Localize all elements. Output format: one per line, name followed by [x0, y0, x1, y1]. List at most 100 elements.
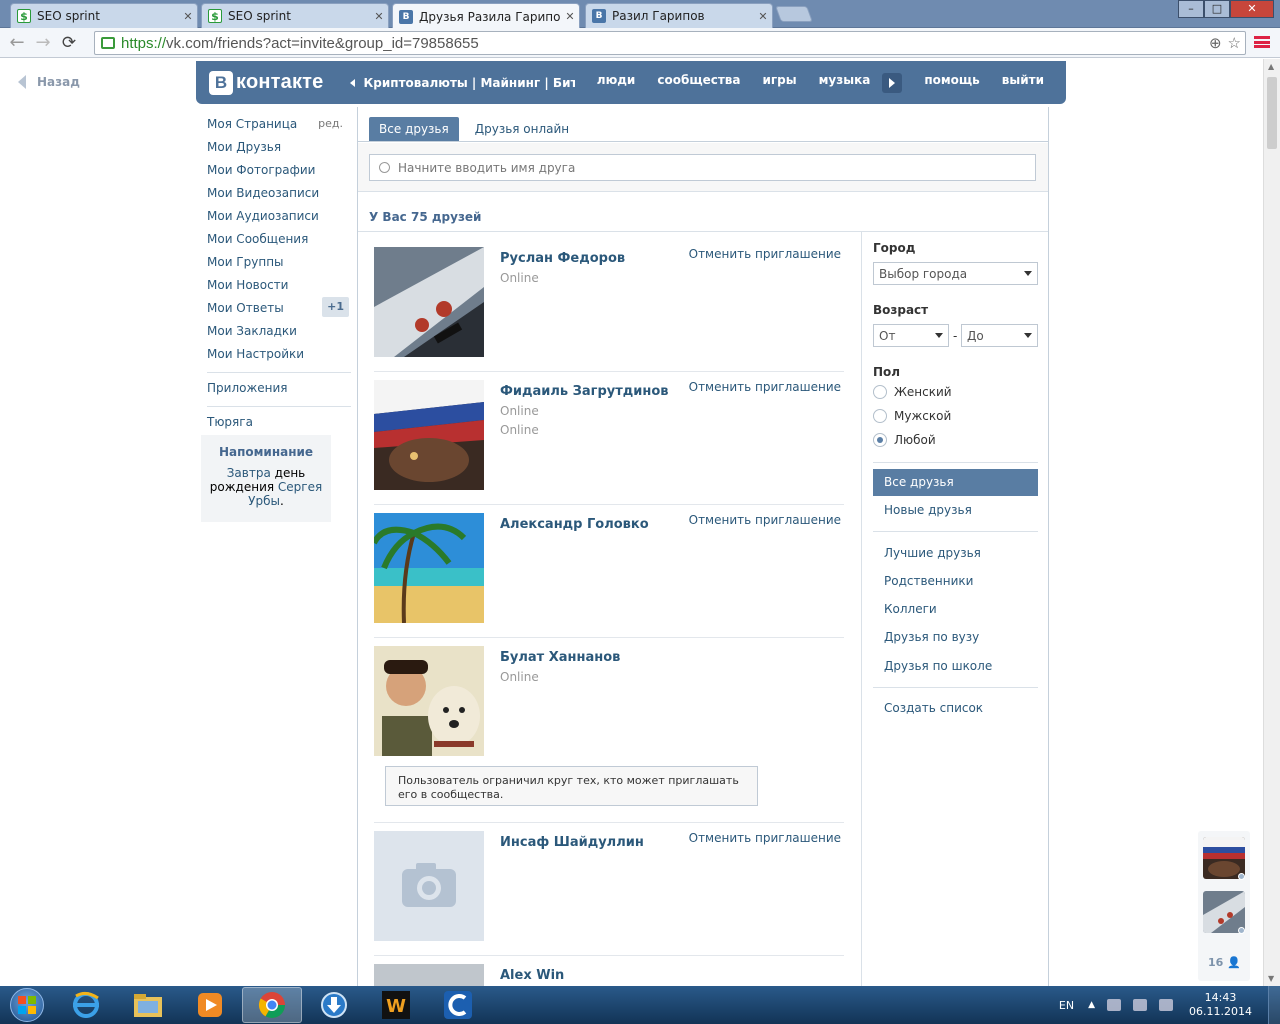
- gender-male-radio[interactable]: Мужской: [873, 409, 951, 423]
- edit-link[interactable]: ред.: [318, 115, 343, 133]
- list-school-friends[interactable]: Друзья по школе: [873, 653, 1038, 680]
- close-window-icon[interactable]: ✕: [1230, 0, 1274, 18]
- close-icon[interactable]: ✕: [370, 10, 388, 23]
- download-taskbar-icon[interactable]: [304, 987, 364, 1023]
- cancel-invite-link[interactable]: Отменить приглашение: [689, 247, 841, 261]
- menu-my-page[interactable]: Моя Страница ред.: [207, 115, 357, 138]
- list-university-friends[interactable]: Друзья по вузу: [873, 624, 1038, 651]
- scroll-thumb[interactable]: [1267, 77, 1277, 149]
- zoom-icon[interactable]: ⊕: [1209, 34, 1222, 52]
- reminder-tomorrow-link[interactable]: Завтра: [227, 466, 271, 480]
- start-button[interactable]: [0, 986, 54, 1024]
- close-icon[interactable]: ✕: [754, 10, 772, 23]
- back-arrow-icon[interactable]: ←: [4, 30, 30, 56]
- menu-my-groups[interactable]: Мои Группы: [207, 253, 357, 276]
- menu-my-messages[interactable]: Мои Сообщения: [207, 230, 357, 253]
- age-from-select[interactable]: От: [873, 324, 949, 347]
- friend-name[interactable]: Инсаф Шайдуллин: [500, 835, 644, 850]
- tray-expand-icon[interactable]: ▲: [1088, 1000, 1095, 1010]
- bookmark-star-icon[interactable]: ☆: [1228, 34, 1241, 52]
- maximize-icon[interactable]: □: [1204, 0, 1230, 18]
- menu-my-settings[interactable]: Мои Настройки: [207, 345, 357, 368]
- browser-tab-friends[interactable]: B Друзья Разила Гарипова ✕: [392, 3, 580, 29]
- browser-tab-razil[interactable]: B Разил Гарипов ✕: [585, 3, 773, 28]
- volume-icon[interactable]: [1159, 999, 1174, 1011]
- reminder-name-link[interactable]: Сергея: [278, 480, 322, 494]
- forward-arrow-icon[interactable]: →: [30, 30, 56, 56]
- avatar[interactable]: [374, 831, 484, 941]
- list-new-friends[interactable]: Новые друзья: [873, 497, 1038, 524]
- browser-tab-seo-1[interactable]: $ SEO sprint ✕: [10, 3, 198, 28]
- nav-communities[interactable]: сообщества: [657, 73, 740, 93]
- media-player-taskbar-icon[interactable]: [180, 987, 240, 1023]
- vk-logo[interactable]: В контакте: [209, 70, 324, 95]
- avatar[interactable]: [374, 380, 484, 490]
- nav-people[interactable]: люди: [597, 73, 636, 93]
- friend-name[interactable]: Александр Головко: [500, 517, 649, 532]
- menu-my-bookmarks[interactable]: Мои Закладки: [207, 322, 357, 345]
- tab-all-friends[interactable]: Все друзья: [369, 117, 459, 141]
- cancel-invite-link[interactable]: Отменить приглашение: [689, 380, 841, 394]
- gender-female-radio[interactable]: Женский: [873, 385, 952, 399]
- network-warning-icon[interactable]: [1107, 999, 1122, 1011]
- nav-help[interactable]: помощь: [924, 73, 979, 93]
- menu-app-turyaga[interactable]: Тюряга: [207, 413, 357, 436]
- reminder-name-link[interactable]: Урбы: [248, 494, 280, 508]
- show-desktop-button[interactable]: [1268, 986, 1280, 1024]
- age-to-select[interactable]: До: [961, 324, 1038, 347]
- chrome-menu-icon[interactable]: [1254, 34, 1270, 50]
- friend-name[interactable]: Alex Win: [500, 968, 564, 983]
- menu-my-answers[interactable]: Мои Ответы +1: [207, 297, 357, 322]
- ie-taskbar-icon[interactable]: [56, 987, 116, 1023]
- cancel-invite-link[interactable]: Отменить приглашение: [689, 831, 841, 845]
- tab-friends-online[interactable]: Друзья онлайн: [465, 117, 579, 141]
- menu-my-friends[interactable]: Мои Друзья: [207, 138, 357, 161]
- avatar[interactable]: [374, 964, 484, 986]
- menu-my-news[interactable]: Мои Новости: [207, 276, 357, 299]
- avatar[interactable]: [374, 646, 484, 756]
- avatar[interactable]: [374, 247, 484, 357]
- nav-logout[interactable]: выйти: [1002, 73, 1044, 93]
- winamp-taskbar-icon[interactable]: W: [366, 987, 426, 1023]
- list-best-friends[interactable]: Лучшие друзья: [873, 540, 1038, 567]
- app-taskbar-icon[interactable]: [428, 987, 488, 1023]
- ticker-left-arrow-icon[interactable]: [349, 78, 355, 87]
- list-all-friends[interactable]: Все друзья: [873, 469, 1038, 496]
- clock[interactable]: 14:43 06.11.2014: [1189, 991, 1252, 1019]
- browser-tab-seo-2[interactable]: $ SEO sprint ✕: [201, 3, 389, 28]
- audio-play-icon[interactable]: [882, 72, 903, 93]
- minimize-icon[interactable]: –: [1178, 0, 1204, 18]
- gender-any-radio[interactable]: Любой: [873, 433, 936, 447]
- friend-name[interactable]: Фидаиль Загрутдинов: [500, 384, 669, 399]
- city-select[interactable]: Выбор города: [873, 262, 1038, 285]
- reload-icon[interactable]: ⟳: [56, 30, 82, 56]
- menu-my-videos[interactable]: Мои Видеозаписи: [207, 184, 357, 207]
- list-colleagues[interactable]: Коллеги: [873, 596, 1038, 623]
- news-ticker[interactable]: Криптовалюты | Майнинг | Битк...: [349, 76, 575, 90]
- scroll-down-icon[interactable]: ▼: [1268, 974, 1274, 983]
- close-icon[interactable]: ✕: [561, 10, 579, 23]
- nav-music[interactable]: музыка: [819, 73, 871, 93]
- page-scrollbar[interactable]: ▲ ▼: [1263, 59, 1280, 986]
- online-count[interactable]: 16 👤: [1208, 956, 1241, 969]
- language-indicator[interactable]: EN: [1059, 999, 1074, 1012]
- friend-name[interactable]: Булат Ханнанов: [500, 650, 620, 665]
- action-center-icon[interactable]: [1133, 999, 1148, 1011]
- create-list-link[interactable]: Создать список: [873, 695, 1038, 722]
- back-link[interactable]: Назад: [18, 75, 80, 89]
- friend-name[interactable]: Руслан Федоров: [500, 251, 625, 266]
- avatar[interactable]: [374, 513, 484, 623]
- menu-my-photos[interactable]: Мои Фотографии: [207, 161, 357, 184]
- nav-games[interactable]: игры: [763, 73, 797, 93]
- new-tab-button[interactable]: [775, 6, 813, 22]
- close-icon[interactable]: ✕: [179, 10, 197, 23]
- menu-apps[interactable]: Приложения: [207, 379, 357, 402]
- address-bar[interactable]: https://vk.com/friends?act=invite&group_…: [94, 31, 1246, 55]
- explorer-taskbar-icon[interactable]: [118, 987, 178, 1023]
- cancel-invite-link[interactable]: Отменить приглашение: [689, 513, 841, 527]
- chrome-taskbar-icon[interactable]: [242, 987, 302, 1023]
- menu-my-audio[interactable]: Мои Аудиозаписи: [207, 207, 357, 230]
- scroll-up-icon[interactable]: ▲: [1268, 62, 1274, 71]
- list-relatives[interactable]: Родственники: [873, 568, 1038, 595]
- friend-search-input[interactable]: Начните вводить имя друга: [369, 154, 1036, 181]
